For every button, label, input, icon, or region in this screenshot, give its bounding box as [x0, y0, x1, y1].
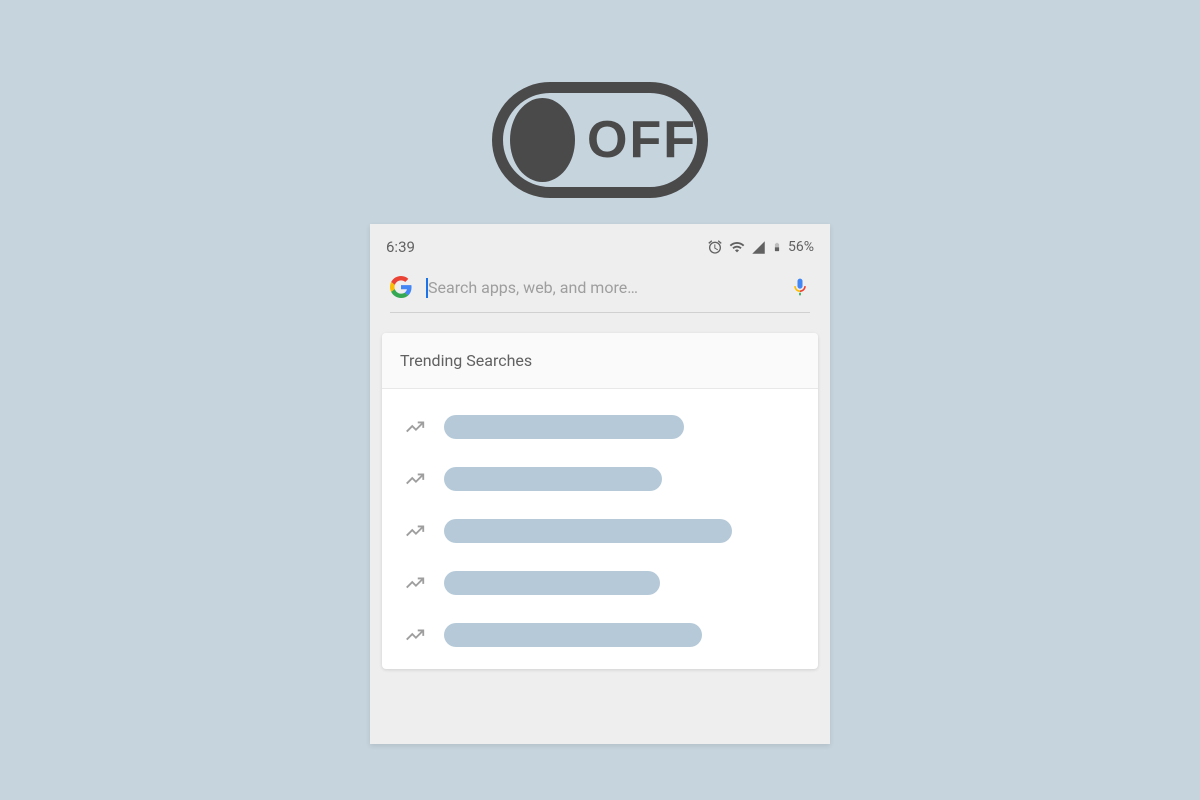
trending-up-icon	[404, 416, 426, 438]
text-cursor	[426, 278, 428, 298]
trending-item[interactable]	[382, 505, 818, 557]
trending-list	[382, 389, 818, 669]
trending-up-icon	[404, 572, 426, 594]
wifi-icon	[729, 239, 745, 255]
trending-up-icon	[404, 520, 426, 542]
search-bar[interactable]: Search apps, web, and more…	[370, 264, 830, 312]
trending-placeholder	[444, 571, 660, 595]
trending-up-icon	[404, 468, 426, 490]
trending-searches-card: Trending Searches	[382, 333, 818, 669]
search-divider	[390, 312, 810, 313]
trending-item[interactable]	[382, 453, 818, 505]
signal-icon	[751, 240, 766, 255]
status-time: 6:39	[386, 238, 415, 256]
trending-up-icon	[404, 624, 426, 646]
status-icons: 56%	[707, 239, 814, 255]
trending-placeholder	[444, 467, 662, 491]
phone-screenshot: 6:39 56% Search apps, web, and more…	[370, 224, 830, 744]
search-placeholder: Search apps, web, and more…	[428, 278, 638, 297]
trending-item[interactable]	[382, 557, 818, 609]
trending-placeholder	[444, 415, 684, 439]
trending-header: Trending Searches	[382, 333, 818, 389]
toggle-body: OFF	[492, 82, 708, 198]
trending-item[interactable]	[382, 609, 818, 661]
off-toggle: OFF	[492, 82, 708, 198]
trending-title: Trending Searches	[400, 351, 532, 370]
search-input[interactable]: Search apps, web, and more…	[428, 278, 774, 297]
google-logo-icon	[390, 276, 412, 298]
microphone-icon[interactable]	[790, 277, 810, 297]
trending-placeholder	[444, 519, 732, 543]
trending-item[interactable]	[382, 401, 818, 453]
status-bar: 6:39 56%	[370, 224, 830, 264]
battery-percentage: 56%	[788, 239, 814, 255]
trending-placeholder	[444, 623, 702, 647]
toggle-knob	[510, 98, 575, 182]
alarm-icon	[707, 239, 723, 255]
toggle-label: OFF	[587, 110, 697, 170]
battery-icon	[772, 239, 782, 255]
